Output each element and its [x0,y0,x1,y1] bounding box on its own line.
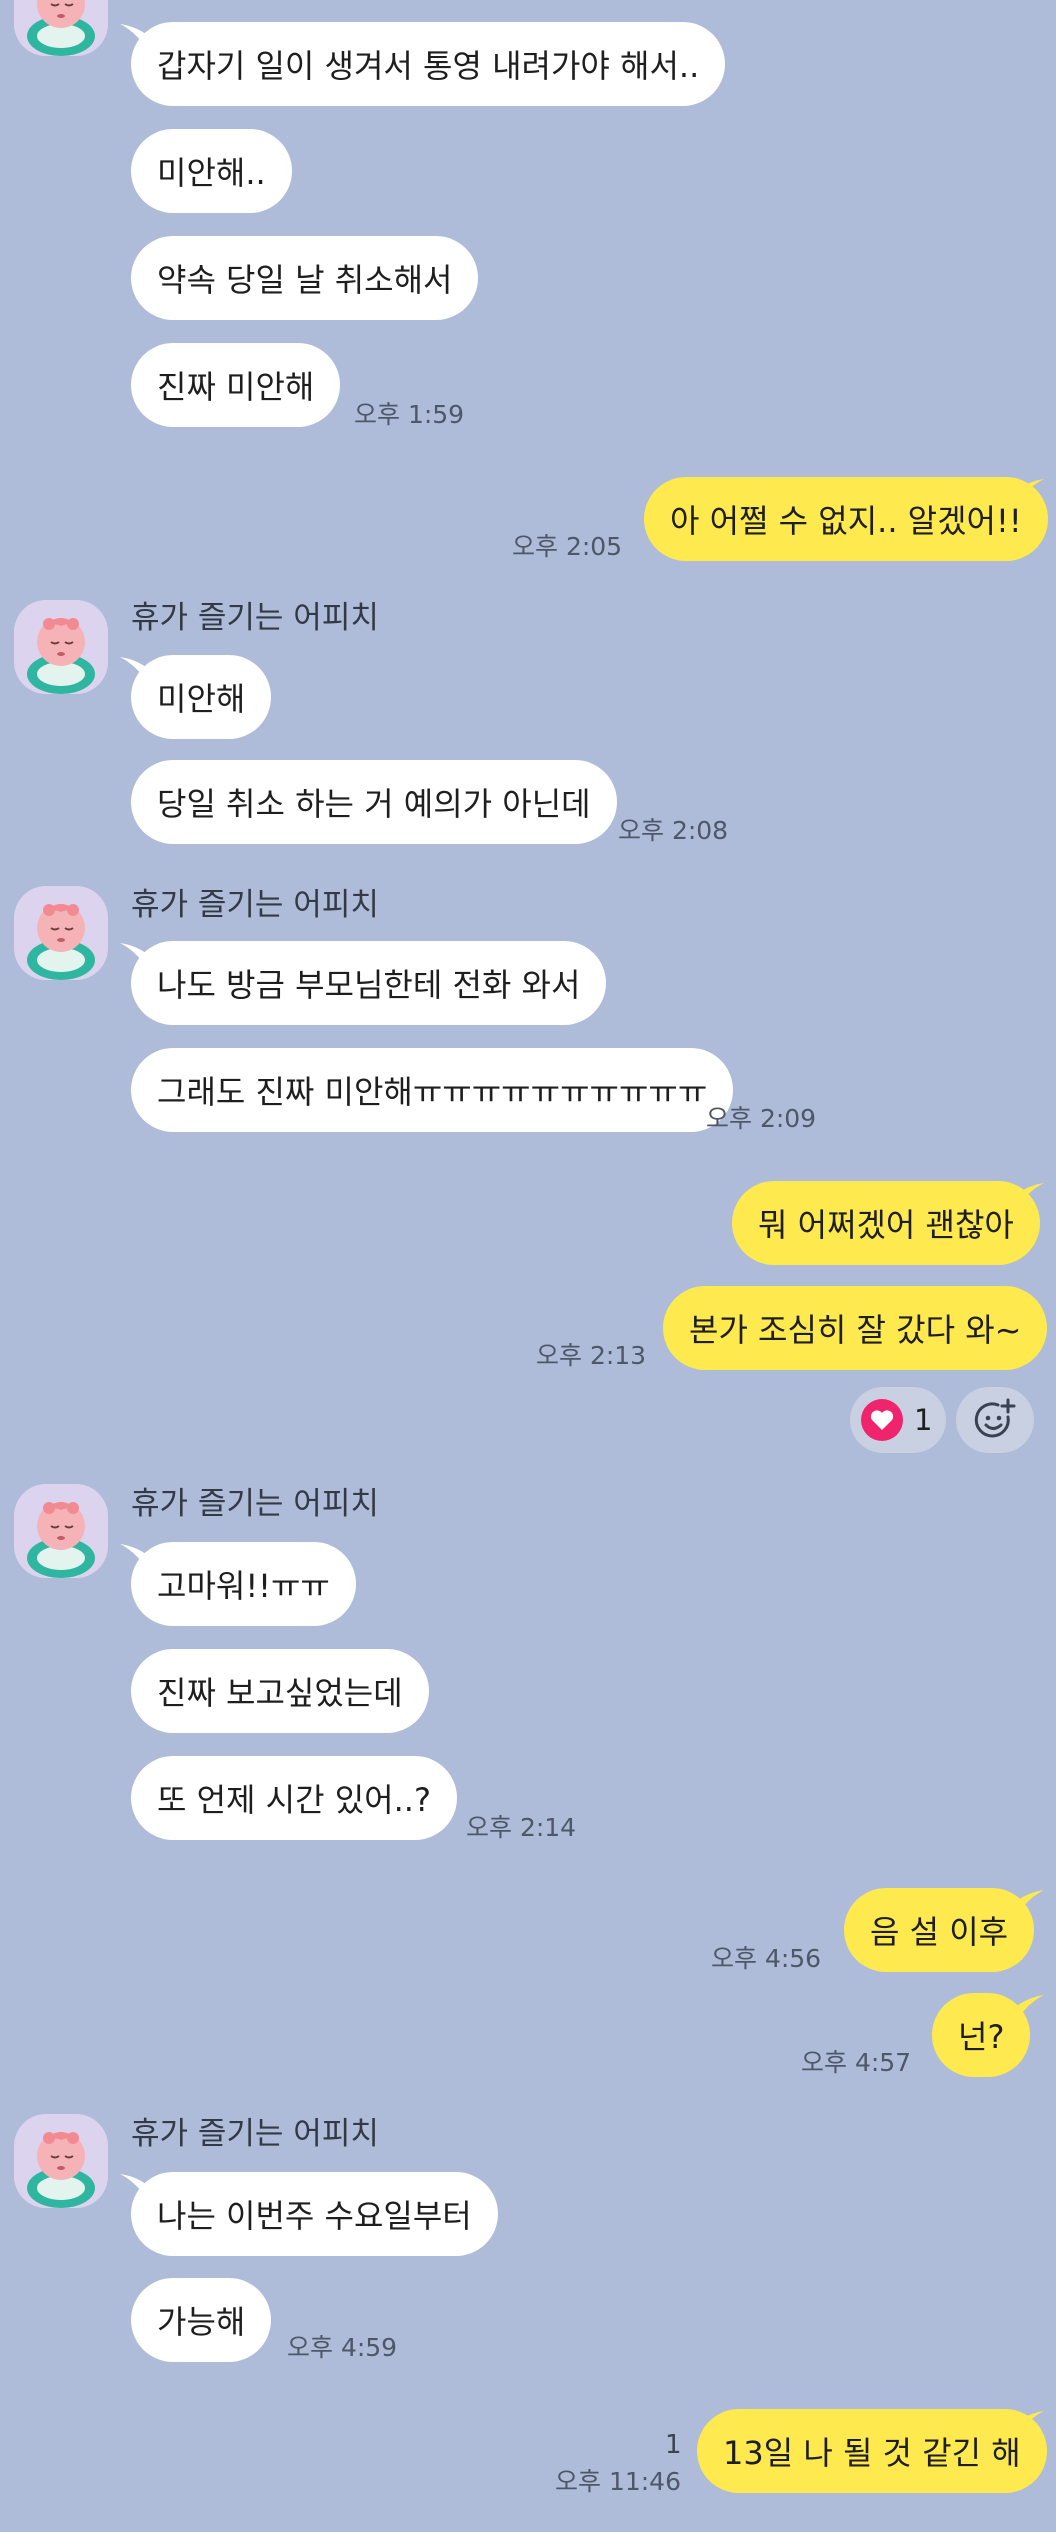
bubble-tail [1018,2411,1044,2435]
message-bubble[interactable]: 넌? [932,1993,1031,2077]
message-text: 그래도 진짜 미안해ㅠㅠㅠㅠㅠㅠㅠㅠㅠㅠ [157,1073,708,1111]
message-text: 아 어쩔 수 없지.. 알겠어!! [670,502,1022,540]
message-time: 오후 1:59 [354,400,465,429]
message-bubble[interactable]: 또 언제 시간 있어..? [131,1756,457,1840]
message-text: 뭐 어쩌겠어 괜찮아 [758,1206,1014,1244]
sender-name: 휴가 즐기는 어피치 [131,600,379,636]
message-text: 또 언제 시간 있어..? [157,1781,431,1819]
bubble-tail [1018,479,1044,503]
sender-name: 휴가 즐기는 어피치 [131,1486,379,1522]
sender-name: 휴가 즐기는 어피치 [131,887,379,923]
message-text: 나도 방금 부모님한테 전화 와서 [157,966,581,1004]
message-bubble[interactable]: 아 어쩔 수 없지.. 알겠어!! [644,477,1048,561]
avatar[interactable] [14,0,108,56]
bubble-tail [120,657,146,681]
message-time: 오후 2:05 [512,532,623,561]
message-time: 오후 2:09 [706,1104,817,1133]
avatar[interactable] [14,2114,108,2208]
message-time: 오후 11:46 [555,2467,681,2496]
bubble-tail [120,1544,146,1568]
bubble-tail [1018,1890,1044,1914]
message-text: 고마워!!ㅠㅠ [157,1567,330,1605]
message-time: 오후 4:59 [287,2333,398,2362]
message-bubble[interactable]: 진짜 보고싶었는데 [131,1649,429,1733]
message-text: 미안해 [157,680,246,718]
message-text: 음 설 이후 [870,1913,1009,1951]
message-bubble[interactable]: 음 설 이후 [844,1888,1035,1972]
unread-count: 1 [665,2430,682,2460]
smiley-plus-icon [972,1397,1018,1443]
message-text: 당일 취소 하는 거 예의가 아닌데 [157,785,591,823]
message-bubble[interactable]: 13일 나 될 것 같긴 해 [697,2409,1047,2493]
message-bubble[interactable]: 그래도 진짜 미안해ㅠㅠㅠㅠㅠㅠㅠㅠㅠㅠ [131,1048,734,1132]
bubble-tail [1018,1995,1044,2019]
message-bubble[interactable]: 갑자기 일이 생겨서 통영 내려가야 해서.. [131,22,726,106]
message-bubble[interactable]: 진짜 미안해 [131,343,341,427]
message-bubble[interactable]: 가능해 [131,2278,272,2362]
message-bubble[interactable]: 당일 취소 하는 거 예의가 아닌데 [131,760,617,844]
message-text: 진짜 미안해 [157,368,315,406]
message-text: 13일 나 될 것 같긴 해 [723,2434,1021,2472]
message-text: 약속 당일 날 취소해서 [157,261,453,299]
message-time: 오후 2:13 [536,1341,647,1370]
message-bubble[interactable]: 나도 방금 부모님한테 전화 와서 [131,941,607,1025]
message-time: 오후 4:56 [711,1944,822,1973]
message-text: 넌? [958,2018,1005,2056]
message-bubble[interactable]: 본가 조심히 잘 갔다 와~ [663,1286,1048,1370]
message-text: 나는 이번주 수요일부터 [157,2197,472,2235]
avatar[interactable] [14,886,108,980]
message-bubble[interactable]: 약속 당일 날 취소해서 [131,236,479,320]
sender-name: 휴가 즐기는 어피치 [131,2116,379,2152]
bubble-tail [120,2174,146,2198]
message-text: 미안해.. [157,154,266,192]
message-time: 오후 2:14 [466,1813,577,1842]
message-bubble[interactable]: 미안해 [131,655,272,739]
reaction-count: 1 [914,1403,933,1437]
message-text: 가능해 [157,2303,246,2341]
message-text: 갑자기 일이 생겨서 통영 내려가야 해서.. [157,47,700,85]
bubble-tail [120,943,146,967]
reaction-pill[interactable]: 1 [850,1387,946,1453]
bubble-tail [120,24,146,48]
add-reaction-button[interactable] [956,1387,1034,1453]
message-text: 본가 조심히 잘 갔다 와~ [689,1311,1022,1349]
heart-icon [860,1398,904,1442]
message-time: 오후 4:57 [801,2048,912,2077]
message-text: 진짜 보고싶었는데 [157,1674,403,1712]
message-bubble[interactable]: 나는 이번주 수요일부터 [131,2172,498,2256]
avatar[interactable] [14,1484,108,1578]
bubble-tail [1018,1183,1044,1207]
message-time: 오후 2:08 [618,816,729,845]
message-bubble[interactable]: 뭐 어쩌겠어 괜찮아 [732,1181,1040,1265]
message-bubble[interactable]: 고마워!!ㅠㅠ [131,1542,356,1626]
message-bubble[interactable]: 미안해.. [131,129,292,213]
avatar[interactable] [14,600,108,694]
